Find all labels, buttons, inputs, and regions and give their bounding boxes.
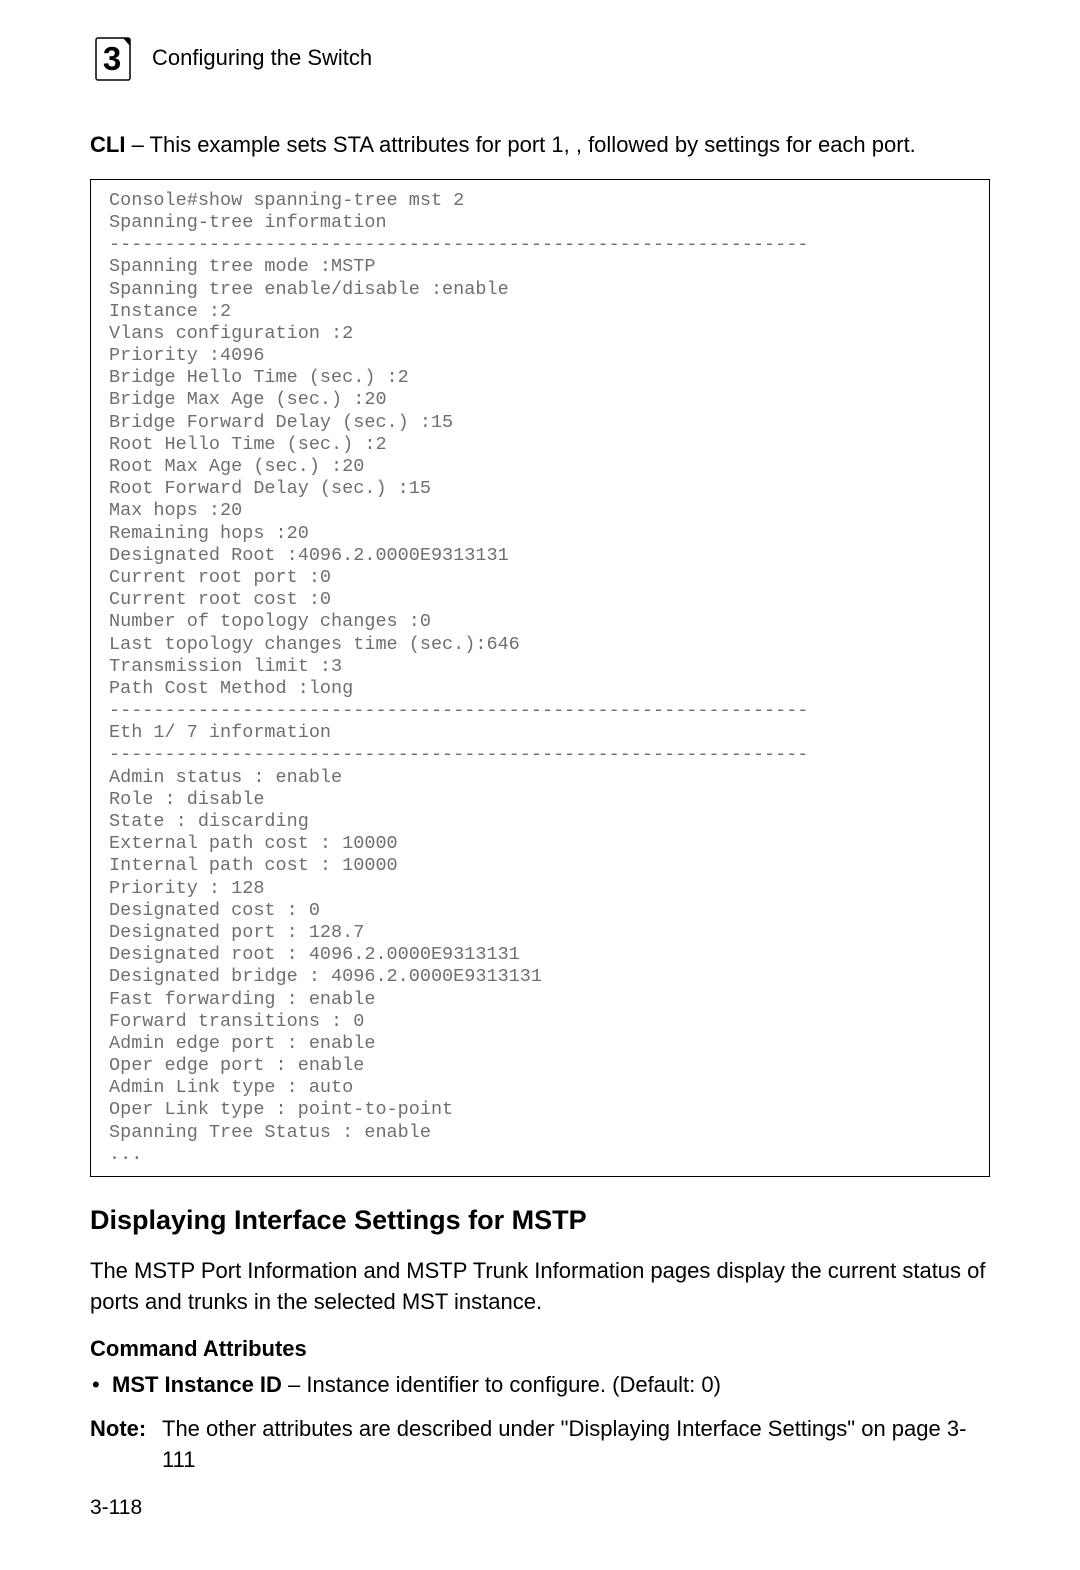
section-description: The MSTP Port Information and MSTP Trunk…: [90, 1256, 990, 1318]
note-line: Note: The other attributes are described…: [90, 1414, 990, 1476]
intro-lead-bold: CLI: [90, 132, 125, 157]
command-attributes-heading: Command Attributes: [90, 1336, 990, 1362]
attribute-bullet: MST Instance ID – Instance identifier to…: [90, 1370, 990, 1401]
header-title: Configuring the Switch: [152, 45, 372, 71]
page-header: 3 Configuring the Switch: [90, 34, 990, 82]
chapter-icon: 3: [90, 34, 138, 82]
page-number: 3-118: [90, 1496, 142, 1520]
intro-paragraph: CLI – This example sets STA attributes f…: [90, 130, 990, 161]
page: 3 Configuring the Switch CLI – This exam…: [0, 0, 1080, 1570]
section-heading: Displaying Interface Settings for MSTP: [90, 1205, 990, 1236]
attribute-name: MST Instance ID: [112, 1372, 282, 1397]
intro-lead-rest: – This example sets STA attributes for p…: [125, 132, 915, 157]
note-text: The other attributes are described under…: [162, 1414, 990, 1476]
svg-text:3: 3: [103, 40, 121, 77]
note-label: Note:: [90, 1414, 162, 1476]
attribute-description: – Instance identifier to configure. (Def…: [282, 1372, 721, 1397]
cli-output-block: Console#show spanning-tree mst 2 Spannin…: [90, 179, 990, 1177]
